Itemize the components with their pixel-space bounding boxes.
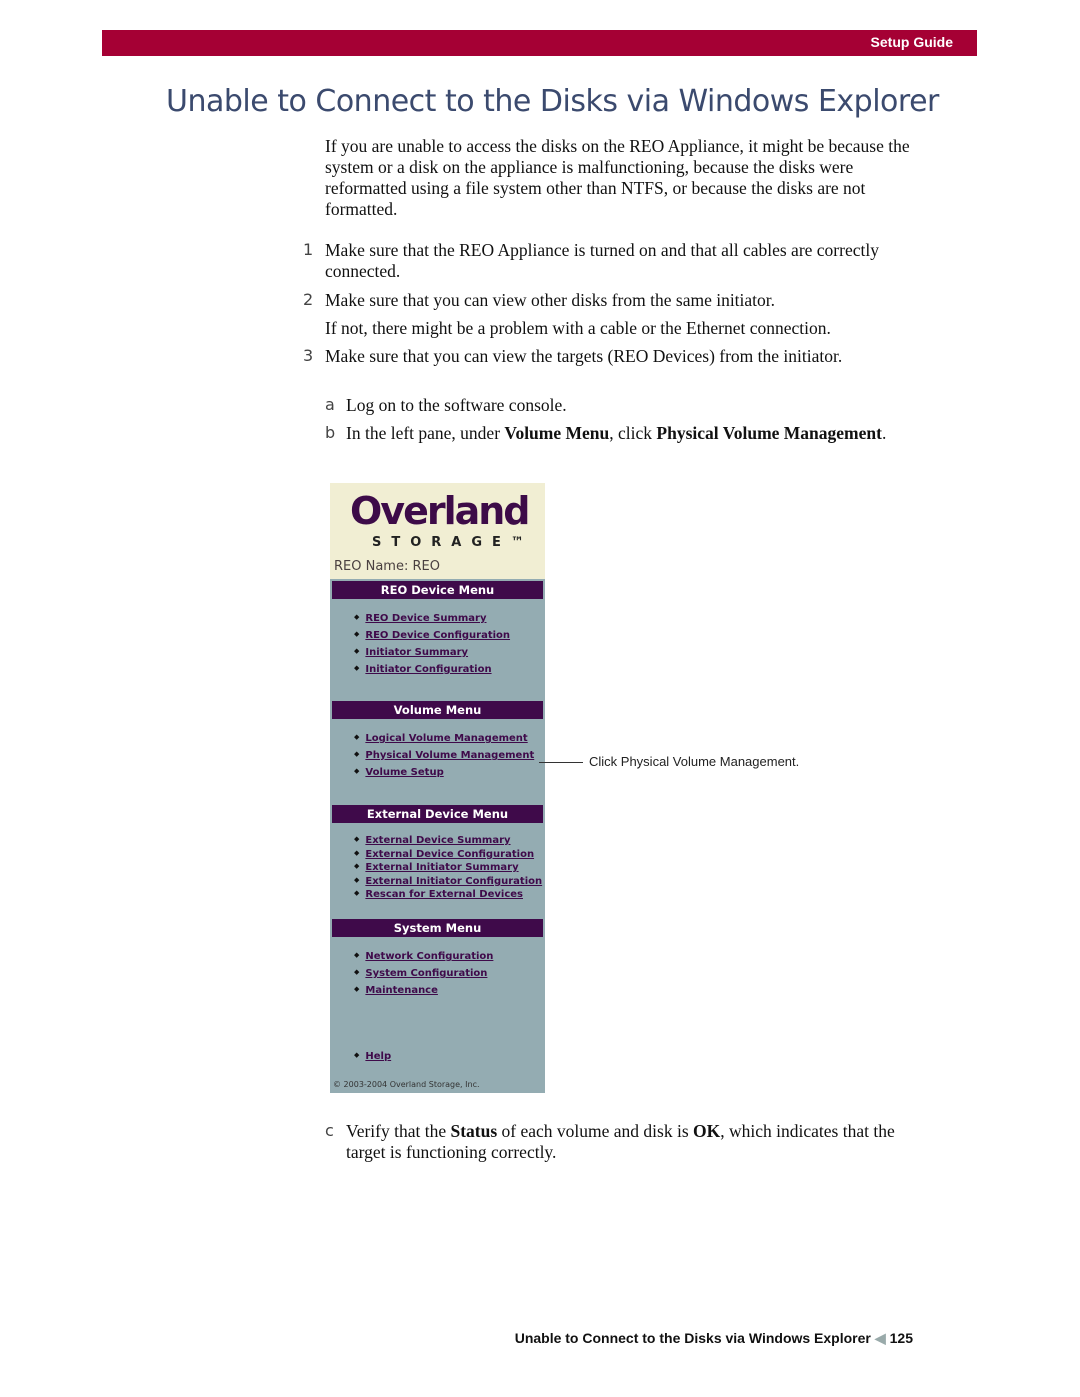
intro-paragraph: If you are unable to access the disks on…: [325, 136, 910, 219]
page-footer: Unable to Connect to the Disks via Windo…: [514, 1330, 913, 1346]
triangle-left-icon: ◀: [874, 1330, 886, 1346]
menu-item: External Initiator Summary: [354, 862, 545, 876]
overland-logo: Overland STORAGE™ REO Name: REO: [330, 483, 545, 579]
menu-item: Rescan for External Devices: [354, 889, 545, 903]
callout-text: Click Physical Volume Management.: [589, 754, 800, 769]
menu-item: Network Configuration: [354, 951, 545, 968]
document-page: Setup Guide Unable to Connect to the Dis…: [0, 0, 1080, 1397]
menu-header: Volume Menu: [332, 701, 543, 719]
step-2-note: If not, there might be a problem with a …: [325, 318, 831, 338]
callout-line: [539, 762, 583, 763]
step-2: 2 Make sure that you can view other disks…: [303, 290, 776, 310]
substep-c: c Verify that the Status of each volume a…: [325, 1121, 895, 1162]
substep-b: b In the left pane, under Volume Menu, cl…: [325, 423, 887, 443]
copyright: © 2003-2004 Overland Storage, Inc.: [333, 1080, 480, 1089]
menu-item: REO Device Configuration: [354, 630, 545, 647]
menu-header: REO Device Menu: [332, 581, 543, 599]
menu-item: Physical Volume Management: [354, 750, 545, 767]
menu-item: Logical Volume Management: [354, 733, 545, 750]
step-1: 1 Make sure that the REO Appliance is tur…: [303, 240, 879, 281]
menu-item: Maintenance: [354, 985, 545, 1002]
page-title: Unable to Connect to the Disks via Windo…: [166, 84, 939, 119]
menu-item: External Device Summary: [354, 835, 545, 849]
header-label: Setup Guide: [870, 34, 953, 50]
step-3: 3 Make sure that you can view the targets…: [303, 346, 843, 366]
menu-item: System Configuration: [354, 968, 545, 985]
page-number: 125: [889, 1330, 913, 1346]
substep-a: a Log on to the software console.: [325, 395, 567, 415]
menu-header: External Device Menu: [332, 805, 543, 823]
menu-item-help: Help: [354, 1051, 545, 1068]
reo-name: REO Name: REO: [334, 559, 440, 574]
menu-header: System Menu: [332, 919, 543, 937]
menu-item: REO Device Summary: [354, 613, 545, 630]
menu-item: Initiator Summary: [354, 647, 545, 664]
menu-item: Volume Setup: [354, 767, 545, 784]
console-screenshot: Overland STORAGE™ REO Name: REO REO Devi…: [330, 483, 545, 1093]
header-bar: Setup Guide: [102, 30, 977, 56]
menu-item: External Device Configuration: [354, 849, 545, 863]
menu-item: External Initiator Configuration: [354, 876, 545, 890]
menu-item: Initiator Configuration: [354, 664, 545, 681]
